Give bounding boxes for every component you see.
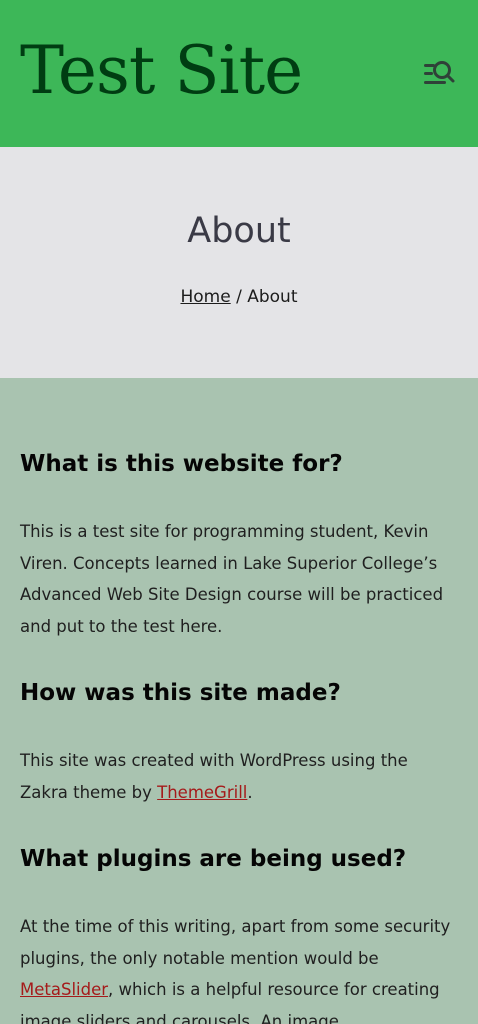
page-title: About bbox=[187, 211, 291, 251]
breadcrumb-home-link[interactable]: Home bbox=[180, 287, 230, 307]
themegrill-link[interactable]: ThemeGrill bbox=[157, 783, 247, 802]
paragraph-text: At the time of this writing, apart from … bbox=[20, 917, 451, 968]
site-header: Test Site bbox=[0, 0, 478, 147]
section-heading-purpose: What is this website for? bbox=[20, 451, 343, 477]
section-paragraph-purpose: This is a test site for programming stud… bbox=[20, 522, 444, 636]
site-title-link[interactable]: Test Site bbox=[20, 28, 303, 114]
breadcrumb: Home / About bbox=[0, 285, 478, 309]
section-heading-plugins: What plugins are being used? bbox=[20, 846, 407, 872]
menu-search-icon bbox=[424, 61, 455, 84]
metaslider-link[interactable]: MetaSlider bbox=[20, 980, 108, 999]
paragraph-text: . bbox=[247, 782, 253, 802]
breadcrumb-separator: / bbox=[236, 287, 242, 307]
section-paragraph-made: This site was created with WordPress usi… bbox=[20, 745, 458, 808]
menu-search-button[interactable] bbox=[421, 57, 457, 89]
section-heading-made: How was this site made? bbox=[20, 680, 341, 706]
page-header: About Home / About bbox=[0, 147, 478, 378]
breadcrumb-current: About bbox=[247, 287, 298, 307]
section-paragraph-plugins: At the time of this writing, apart from … bbox=[20, 911, 458, 1024]
main-content: What is this website for? This is a test… bbox=[0, 378, 478, 1024]
